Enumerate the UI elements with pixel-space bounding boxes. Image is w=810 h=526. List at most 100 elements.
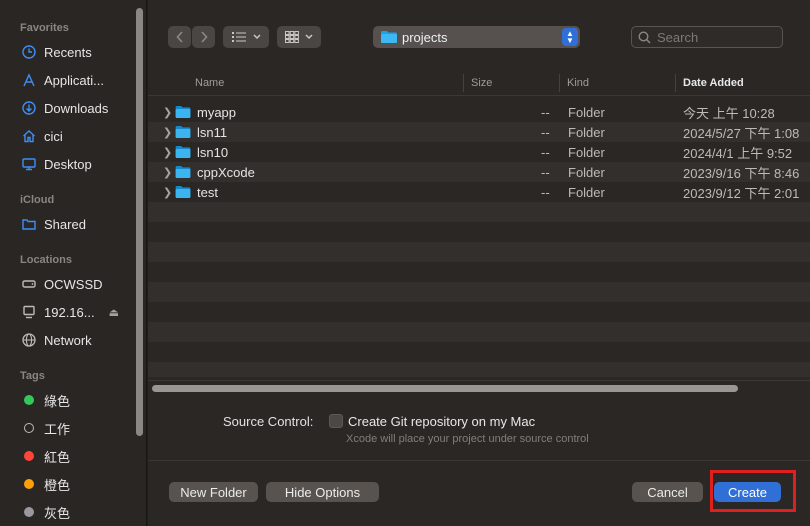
disclosure-chevron-icon[interactable]: ❯ [163, 122, 172, 142]
chevron-down-icon [252, 34, 261, 40]
column-divider[interactable] [559, 74, 560, 92]
file-size: -- [541, 144, 550, 160]
empty-row [148, 282, 810, 302]
empty-row [148, 202, 810, 222]
sidebar-tag-red[interactable]: 紅色 [20, 445, 135, 467]
tag-dot-icon [20, 503, 38, 521]
file-name: lsn11 [197, 124, 228, 140]
folder-icon [175, 146, 191, 158]
horizontal-scrollbar[interactable] [148, 380, 810, 394]
table-header: Name Size Kind Date Added [148, 70, 810, 96]
folder-icon [175, 186, 191, 198]
disclosure-chevron-icon[interactable]: ❯ [163, 142, 172, 162]
scrollbar-thumb[interactable] [152, 385, 738, 392]
column-header-date-added[interactable]: Date Added [683, 70, 744, 96]
list-view-button[interactable] [223, 26, 269, 48]
file-name: cppXcode [197, 164, 255, 180]
sidebar-tag-orange[interactable]: 橙色 [20, 473, 135, 495]
file-list: ❯ myapp -- Folder 今天 上午 10:28 ❯ lsn11 --… [148, 97, 810, 377]
column-header-size[interactable]: Size [471, 70, 492, 96]
file-date: 今天 上午 10:28 [683, 105, 775, 121]
file-kind: Folder [568, 164, 605, 180]
gallery-view-button[interactable] [277, 26, 321, 48]
sidebar-item-label: Desktop [44, 156, 92, 172]
shared-folder-icon [20, 215, 38, 233]
table-row[interactable]: ❯ lsn10 -- Folder 2024/4/1 上午 9:52 [148, 142, 810, 162]
home-icon [20, 127, 38, 145]
sidebar-tag-green[interactable]: 綠色 [20, 389, 135, 411]
file-kind: Folder [568, 124, 605, 140]
sidebar-item-label: OCWSSD [44, 276, 103, 292]
file-size: -- [541, 164, 550, 180]
sidebar-item-applications[interactable]: Applicati... [20, 69, 135, 91]
chevron-right-icon [200, 31, 208, 43]
sidebar-item-label: Applicati... [44, 72, 104, 88]
sidebar-item-server[interactable]: 192.16... ⏏ [20, 301, 135, 323]
forward-button[interactable] [192, 26, 215, 48]
source-control-label: Source Control: [223, 414, 314, 429]
file-date: 2023/9/12 下午 2:01 [683, 185, 800, 201]
sidebar-item-network[interactable]: Network [20, 329, 135, 351]
sidebar-item-shared[interactable]: Shared [20, 213, 135, 235]
table-row[interactable]: ❯ lsn11 -- Folder 2024/5/27 下午 1:08 [148, 122, 810, 142]
list-view-icon [231, 32, 246, 42]
sidebar-item-ocwssd[interactable]: OCWSSD [20, 273, 135, 295]
search-placeholder: Search [657, 29, 699, 45]
file-size: -- [541, 104, 550, 120]
folder-icon [381, 31, 397, 43]
file-kind: Folder [568, 104, 605, 120]
sidebar-item-desktop[interactable]: Desktop [20, 153, 135, 175]
main-panel: projects ▲ ▼ Search Name Size Kind Date A… [148, 0, 810, 526]
row-name-cell: cppXcode [175, 162, 255, 182]
file-name: myapp [197, 104, 237, 120]
cancel-button[interactable]: Cancel [632, 482, 703, 502]
table-row[interactable]: ❯ myapp -- Folder 今天 上午 10:28 [148, 102, 810, 122]
row-name-cell: lsn10 [175, 142, 228, 162]
search-field[interactable]: Search [631, 26, 783, 48]
disclosure-chevron-icon[interactable]: ❯ [163, 182, 172, 202]
row-name-cell: test [175, 182, 218, 202]
column-header-kind[interactable]: Kind [567, 70, 589, 96]
table-row[interactable]: ❯ cppXcode -- Folder 2023/9/16 下午 8:46 [148, 162, 810, 182]
sidebar-tag-work[interactable]: 工作 [20, 417, 135, 439]
row-name-cell: myapp [175, 102, 236, 122]
sidebar-tag-gray[interactable]: 灰色 [20, 501, 135, 523]
file-date: 2024/4/1 上午 9:52 [683, 145, 793, 161]
file-name: test [197, 184, 218, 200]
stepper-icon: ▲ ▼ [562, 28, 578, 46]
new-folder-button[interactable]: New Folder [169, 482, 258, 502]
row-name-cell: lsn11 [175, 122, 227, 142]
file-date: 2024/5/27 下午 1:08 [683, 125, 800, 141]
chevron-down-icon [305, 34, 313, 40]
source-control-options: Source Control: Create Git repository on… [148, 395, 810, 459]
column-divider[interactable] [675, 74, 676, 92]
file-date: 2023/9/16 下午 8:46 [683, 165, 800, 181]
column-header-name[interactable]: Name [195, 70, 224, 96]
location-popup[interactable]: projects ▲ ▼ [373, 26, 580, 48]
sidebar-item-label: 192.16... [44, 304, 95, 320]
toolbar: projects ▲ ▼ Search [148, 0, 810, 70]
sidebar-item-label: 橙色 [44, 477, 71, 493]
dialog-footer: New Folder Hide Options Cancel Create [148, 460, 810, 526]
table-row[interactable]: ❯ test -- Folder 2023/9/12 下午 2:01 [148, 182, 810, 202]
sidebar: Favorites Recents Applicati... Downloads… [0, 0, 147, 526]
sidebar-scrollbar[interactable] [136, 8, 143, 436]
hide-options-button[interactable]: Hide Options [266, 482, 379, 502]
sidebar-item-recents[interactable]: Recents [20, 41, 135, 63]
sidebar-item-label: 灰色 [44, 505, 71, 521]
icloud-header: iCloud [20, 194, 55, 206]
file-size: -- [541, 184, 550, 200]
empty-row [148, 242, 810, 262]
create-button[interactable]: Create [714, 482, 781, 502]
sidebar-item-downloads[interactable]: Downloads [20, 97, 135, 119]
sidebar-item-home[interactable]: cici [20, 125, 135, 147]
git-repository-checkbox-label[interactable]: Create Git repository on my Mac [348, 414, 535, 429]
git-repository-checkbox[interactable] [329, 414, 343, 428]
disclosure-chevron-icon[interactable]: ❯ [163, 162, 172, 182]
column-divider[interactable] [463, 74, 464, 92]
tag-dot-icon [20, 419, 38, 437]
disclosure-chevron-icon[interactable]: ❯ [163, 102, 172, 122]
eject-icon[interactable]: ⏏ [109, 306, 119, 319]
source-control-hint: Xcode will place your project under sour… [346, 433, 589, 445]
back-button[interactable] [168, 26, 191, 48]
